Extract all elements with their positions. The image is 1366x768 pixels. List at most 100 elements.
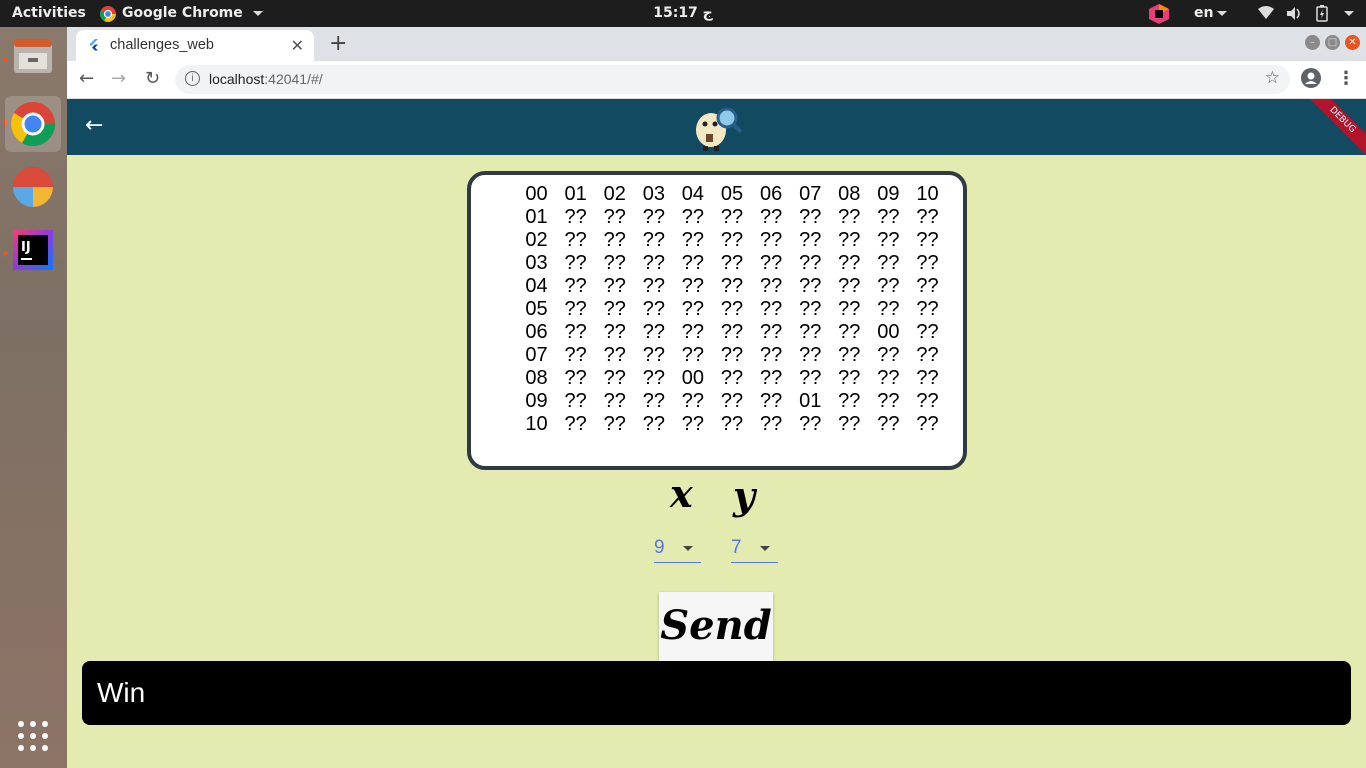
- send-button[interactable]: Send: [659, 592, 773, 662]
- grid-cell: ??: [564, 344, 587, 366]
- grid-row: 06???????????????? 00??: [517, 321, 947, 344]
- grid-cell: ??: [877, 413, 900, 435]
- grid-header-cell: 02: [603, 183, 626, 205]
- grid-cell: ??: [681, 252, 705, 274]
- grid-cell: ??: [603, 390, 626, 412]
- minimize-button[interactable]: –: [1305, 35, 1320, 50]
- jetbrains-toolbox-icon[interactable]: [1149, 4, 1169, 24]
- y-dropdown[interactable]: 7: [731, 532, 778, 563]
- intellij-idea-icon[interactable]: IJ: [10, 227, 56, 273]
- grid-header-cell: 10: [916, 183, 939, 205]
- grid-cell: ??: [799, 413, 822, 435]
- reload-icon[interactable]: ↻: [145, 68, 160, 89]
- grid-header-cell: 06: [525, 321, 548, 343]
- info-icon[interactable]: i: [185, 71, 200, 86]
- grid-cell: ??: [681, 413, 705, 435]
- grid-row: 05????????????????????: [517, 298, 947, 321]
- grid-header-cell: 07: [799, 183, 822, 205]
- y-dropdown-value: 7: [731, 537, 742, 558]
- grid-cell: ??: [603, 298, 626, 320]
- forward-arrow-icon[interactable]: →: [111, 68, 126, 89]
- new-tab-button[interactable]: +: [329, 31, 347, 56]
- address-bar[interactable]: i localhost:42041/#/ ☆: [175, 65, 1290, 94]
- grid-cell: ??: [759, 229, 783, 251]
- language-label: en: [1194, 5, 1214, 21]
- grid-cell: ??: [759, 252, 783, 274]
- grid-cell: ??: [759, 321, 783, 343]
- grid-cell: ??: [564, 321, 587, 343]
- grid-cell: ??: [564, 252, 587, 274]
- volume-icon[interactable]: [1286, 0, 1302, 27]
- grid-row: 01????????????????????: [517, 206, 947, 229]
- dock: IJ: [0, 27, 67, 768]
- x-dropdown[interactable]: 9: [654, 532, 701, 563]
- chart-app-icon[interactable]: [10, 164, 56, 210]
- grid-row: 10????????????????????: [517, 413, 947, 436]
- grid-cell: ??: [642, 229, 665, 251]
- more-menu-icon[interactable]: ⋮: [1337, 68, 1355, 89]
- maximize-button[interactable]: □: [1325, 35, 1340, 50]
- files-icon[interactable]: [10, 33, 56, 79]
- grid-cell: ??: [916, 321, 939, 343]
- game-board: 00 01 02 03 04 05 06 07 08 09 10 01????????????????…: [467, 171, 967, 470]
- app-content: 00 01 02 03 04 05 06 07 08 09 10 01????????????????…: [67, 155, 1366, 768]
- grid-row: 04????????????????????: [517, 275, 947, 298]
- grid-cell: ??: [799, 252, 822, 274]
- grid-cell: ??: [877, 298, 900, 320]
- grid-cell: ??: [759, 390, 783, 412]
- battery-icon[interactable]: [1316, 0, 1328, 27]
- back-arrow-icon[interactable]: ←: [85, 113, 103, 138]
- svg-text:IJ: IJ: [21, 240, 31, 255]
- grid-cell: 00: [681, 367, 705, 389]
- grid-row: 00 01 02 03 04 05 06 07 08 09 10: [517, 183, 947, 206]
- url-host: localhost: [209, 71, 265, 87]
- system-menu-chevron-icon[interactable]: [1340, 0, 1354, 27]
- grid-header-cell: 03: [525, 252, 548, 274]
- grid-cell: ??: [681, 344, 705, 366]
- browser-tab[interactable]: challenges_web ✕: [76, 30, 314, 61]
- x-dropdown-value: 9: [654, 537, 665, 558]
- back-arrow-icon[interactable]: ←: [79, 68, 94, 89]
- grid-cell: ??: [838, 367, 861, 389]
- grid-cell: ??: [916, 413, 939, 435]
- grid-row: 02????????????????????: [517, 229, 947, 252]
- grid-cell: ??: [916, 252, 939, 274]
- grid-cell: ??: [681, 390, 705, 412]
- grid-cell: ??: [720, 229, 744, 251]
- grid-cell: ??: [603, 206, 626, 228]
- running-indicator: [3, 57, 8, 62]
- grid-cell: ??: [603, 252, 626, 274]
- close-tab-icon[interactable]: ✕: [291, 36, 304, 55]
- flutter-favicon-icon: [89, 39, 98, 51]
- grid-cell: ??: [799, 229, 822, 251]
- grid-cell: ??: [759, 413, 783, 435]
- grid-cell: ??: [838, 206, 861, 228]
- grid-cell: ??: [877, 206, 900, 228]
- x-axis-label: x: [670, 471, 693, 516]
- grid-cell: ??: [564, 275, 587, 297]
- snackbar: Win: [82, 661, 1351, 725]
- wifi-icon[interactable]: [1258, 0, 1274, 27]
- tab-title: challenges_web: [110, 37, 214, 53]
- grid-cell: ??: [564, 298, 587, 320]
- grid-header-cell: 06: [759, 183, 783, 205]
- grid-row: 07????????????????????: [517, 344, 947, 367]
- grid-cell: ??: [877, 229, 900, 251]
- grid-cell: ??: [877, 275, 900, 297]
- grid-cell: ??: [916, 206, 939, 228]
- bookmark-star-icon[interactable]: ☆: [1265, 68, 1280, 88]
- grid-cell: ??: [838, 413, 861, 435]
- chrome-dock-icon[interactable]: [5, 96, 61, 152]
- close-window-button[interactable]: ✕: [1345, 35, 1360, 50]
- profile-icon[interactable]: [1301, 68, 1321, 93]
- grid-cell: ??: [720, 206, 744, 228]
- grid-cell: ??: [916, 367, 939, 389]
- grid-cell: ??: [838, 344, 861, 366]
- grid-cell: ??: [642, 275, 665, 297]
- show-applications-icon[interactable]: [10, 713, 56, 759]
- grid-header-cell: 09: [877, 183, 900, 205]
- grid-header-cell: 02: [525, 229, 548, 251]
- browser-toolbar: ← → ↻ i localhost:42041/#/ ☆ ⋮: [67, 61, 1366, 99]
- language-indicator[interactable]: en: [1194, 0, 1228, 27]
- grid-row: 08?????? 00????????????: [517, 367, 947, 390]
